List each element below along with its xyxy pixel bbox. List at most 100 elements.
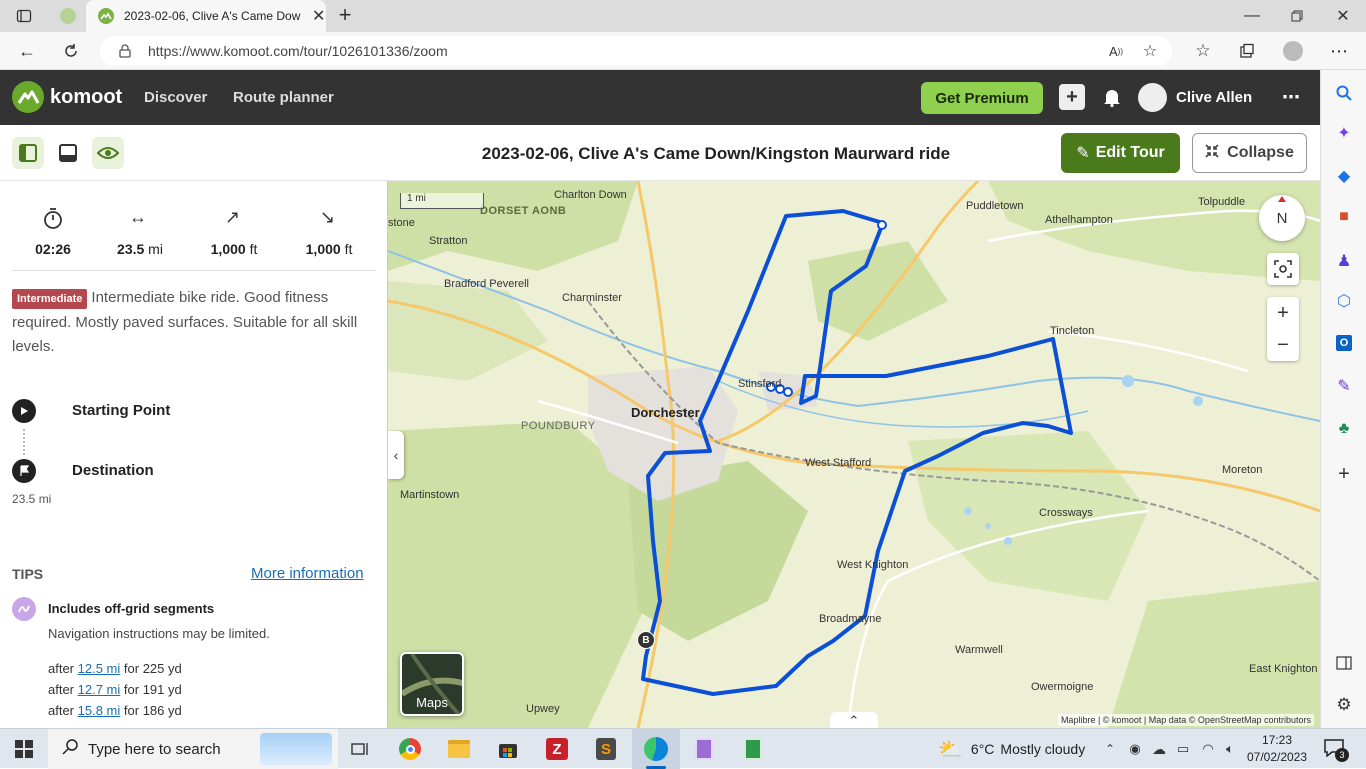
view-eye-icon[interactable]	[92, 137, 124, 169]
stopwatch-icon	[42, 207, 64, 234]
user-avatar[interactable]	[1138, 83, 1167, 112]
filezilla-icon[interactable]: Z	[543, 735, 571, 763]
tour-title: 2023-02-06, Clive A's Came Down/Kingston…	[481, 144, 951, 163]
play-icon	[12, 399, 36, 423]
clock-date: 07/02/2023	[1246, 750, 1308, 764]
map-attribution[interactable]: Maplibre | © komoot | Map data © OpenStr…	[1057, 714, 1314, 726]
sidebar-layout-icon[interactable]	[12, 137, 44, 169]
tree-icon[interactable]: ♣	[1333, 418, 1355, 440]
segment-link[interactable]: 12.7 mi	[78, 682, 121, 697]
more-menu-icon[interactable]: ⋯	[1328, 40, 1350, 62]
edge-sidebar: ✦ ◆ ■ ♟ ⬡ O ✎ ♣ + ⚙	[1320, 70, 1366, 728]
favorites-icon[interactable]: ☆	[1192, 40, 1214, 62]
start-waypoint[interactable]: Starting Point	[12, 399, 376, 423]
user-name[interactable]: Clive Allen	[1176, 89, 1252, 106]
spreadsheet-icon[interactable]	[739, 735, 767, 763]
lock-icon[interactable]	[118, 43, 132, 59]
header-more-icon[interactable]: ⋯	[1280, 86, 1302, 108]
chevron-up-icon: ⌃	[848, 713, 860, 728]
place-label: Bradford Peverell	[444, 278, 529, 290]
file-explorer-icon[interactable]	[445, 735, 473, 763]
segment-after: after	[48, 661, 75, 676]
shopping-tag-icon[interactable]: ◆	[1333, 165, 1355, 187]
window-close-icon[interactable]: ✕	[1334, 6, 1352, 26]
outlook-icon[interactable]: O	[1333, 332, 1355, 354]
tools-briefcase-icon[interactable]: ■	[1333, 206, 1355, 228]
distance-unit: mi	[148, 241, 163, 257]
tab-actions-icon[interactable]	[14, 6, 34, 26]
profile-icon[interactable]	[1282, 40, 1304, 62]
uphill-unit: ft	[249, 241, 258, 257]
edge-taskbar-active[interactable]	[632, 729, 680, 769]
sidebar-toggle-icon[interactable]	[1333, 652, 1355, 674]
close-tab-icon[interactable]: ✕	[312, 6, 325, 26]
add-sidebar-icon[interactable]: +	[1333, 463, 1355, 485]
wifi-icon[interactable]: ◠	[1198, 739, 1218, 759]
new-tab-icon[interactable]: +	[334, 2, 356, 27]
onedrive-icon[interactable]: ☁	[1148, 739, 1170, 759]
notification-count: 3	[1335, 748, 1349, 762]
back-icon[interactable]: ←	[16, 40, 38, 62]
bottom-layout-icon[interactable]	[52, 137, 84, 169]
komoot-logo[interactable]: komoot	[12, 81, 122, 113]
designer-icon[interactable]: ✎	[1333, 375, 1355, 397]
edit-tour-button[interactable]: ✎ Edit Tour	[1061, 133, 1180, 173]
sublime-text-icon[interactable]: S	[592, 735, 620, 763]
place-label: Stinsford	[738, 378, 782, 390]
collapse-panel-arrow[interactable]: ‹	[388, 431, 404, 479]
marker-b-label: B	[642, 634, 650, 646]
search-icon[interactable]	[1333, 82, 1355, 104]
office-icon[interactable]: ⬡	[1333, 290, 1355, 312]
volume-icon[interactable]: 🔈︎	[1220, 739, 1240, 759]
active-tab[interactable]: 2023-02-06, Clive A's Came Dow ✕	[86, 0, 326, 32]
clock[interactable]: 17:23 07/02/2023	[1246, 732, 1308, 766]
discover-sparkle-icon[interactable]: ✦	[1333, 122, 1355, 144]
collections-icon[interactable]	[1236, 40, 1258, 62]
flag-icon	[12, 459, 36, 483]
weather-widget[interactable]: ⛅ 6°C Mostly cloudy	[938, 729, 1085, 769]
store-icon[interactable]	[494, 735, 522, 763]
distance-value: 23.5	[117, 241, 145, 257]
get-premium-button[interactable]: Get Premium	[921, 82, 1043, 114]
notepad-icon[interactable]	[690, 735, 718, 763]
compass[interactable]: N	[1259, 195, 1305, 241]
collapse-button[interactable]: Collapse	[1192, 133, 1307, 173]
show-hidden-icons-icon[interactable]: ⌃	[1100, 739, 1120, 759]
waypoint-b-marker[interactable]: B	[637, 631, 655, 649]
taskbar-search-box[interactable]: Type here to search	[48, 729, 338, 769]
downhill-value: 1,000	[305, 241, 341, 257]
webcam-icon[interactable]: ◉	[1125, 739, 1145, 759]
destination-waypoint[interactable]: Destination	[12, 459, 376, 483]
minimize-icon[interactable]: —	[1243, 6, 1261, 26]
nav-discover[interactable]: Discover	[144, 89, 207, 106]
task-view-icon[interactable]	[346, 735, 374, 763]
expand-bottom-button[interactable]: ⌃	[830, 712, 878, 728]
segment-link[interactable]: 15.8 mi	[78, 703, 121, 718]
zoom-in-icon[interactable]: +	[1267, 297, 1299, 329]
games-icon[interactable]: ♟	[1333, 250, 1355, 272]
zoom-out-icon[interactable]: −	[1267, 329, 1299, 361]
read-aloud-icon[interactable]: A))	[1106, 41, 1126, 61]
recenter-icon[interactable]	[1267, 253, 1299, 285]
chrome-icon[interactable]	[396, 735, 424, 763]
search-highlight-icon	[260, 733, 332, 765]
nav-route-planner[interactable]: Route planner	[233, 89, 334, 106]
cloud-sun-icon: ⛅	[938, 738, 963, 761]
more-information-link[interactable]: More information	[251, 565, 364, 582]
place-label: West Knighton	[837, 559, 909, 571]
tour-map[interactable]: Charlton Down DORSET AONB stone Stratton…	[388, 181, 1320, 728]
create-plus-icon[interactable]: +	[1059, 84, 1085, 110]
windows-start-icon[interactable]	[10, 735, 38, 763]
tab-title: 2023-02-06, Clive A's Came Dow	[124, 9, 301, 23]
segment-link[interactable]: 12.5 mi	[78, 661, 121, 676]
refresh-icon[interactable]	[60, 40, 82, 62]
url-field[interactable]: https://www.komoot.com/tour/1026101336/z…	[100, 36, 1172, 66]
notification-center[interactable]: 3	[1322, 737, 1352, 762]
restore-icon[interactable]	[1288, 6, 1306, 26]
maps-style-button[interactable]: Maps	[400, 652, 464, 716]
add-favorite-icon[interactable]: ☆	[1140, 41, 1160, 61]
settings-gear-icon[interactable]: ⚙	[1333, 694, 1355, 716]
notifications-bell-icon[interactable]	[1100, 85, 1124, 109]
battery-icon[interactable]: ▭	[1172, 739, 1194, 759]
inactive-tab[interactable]	[50, 0, 86, 32]
